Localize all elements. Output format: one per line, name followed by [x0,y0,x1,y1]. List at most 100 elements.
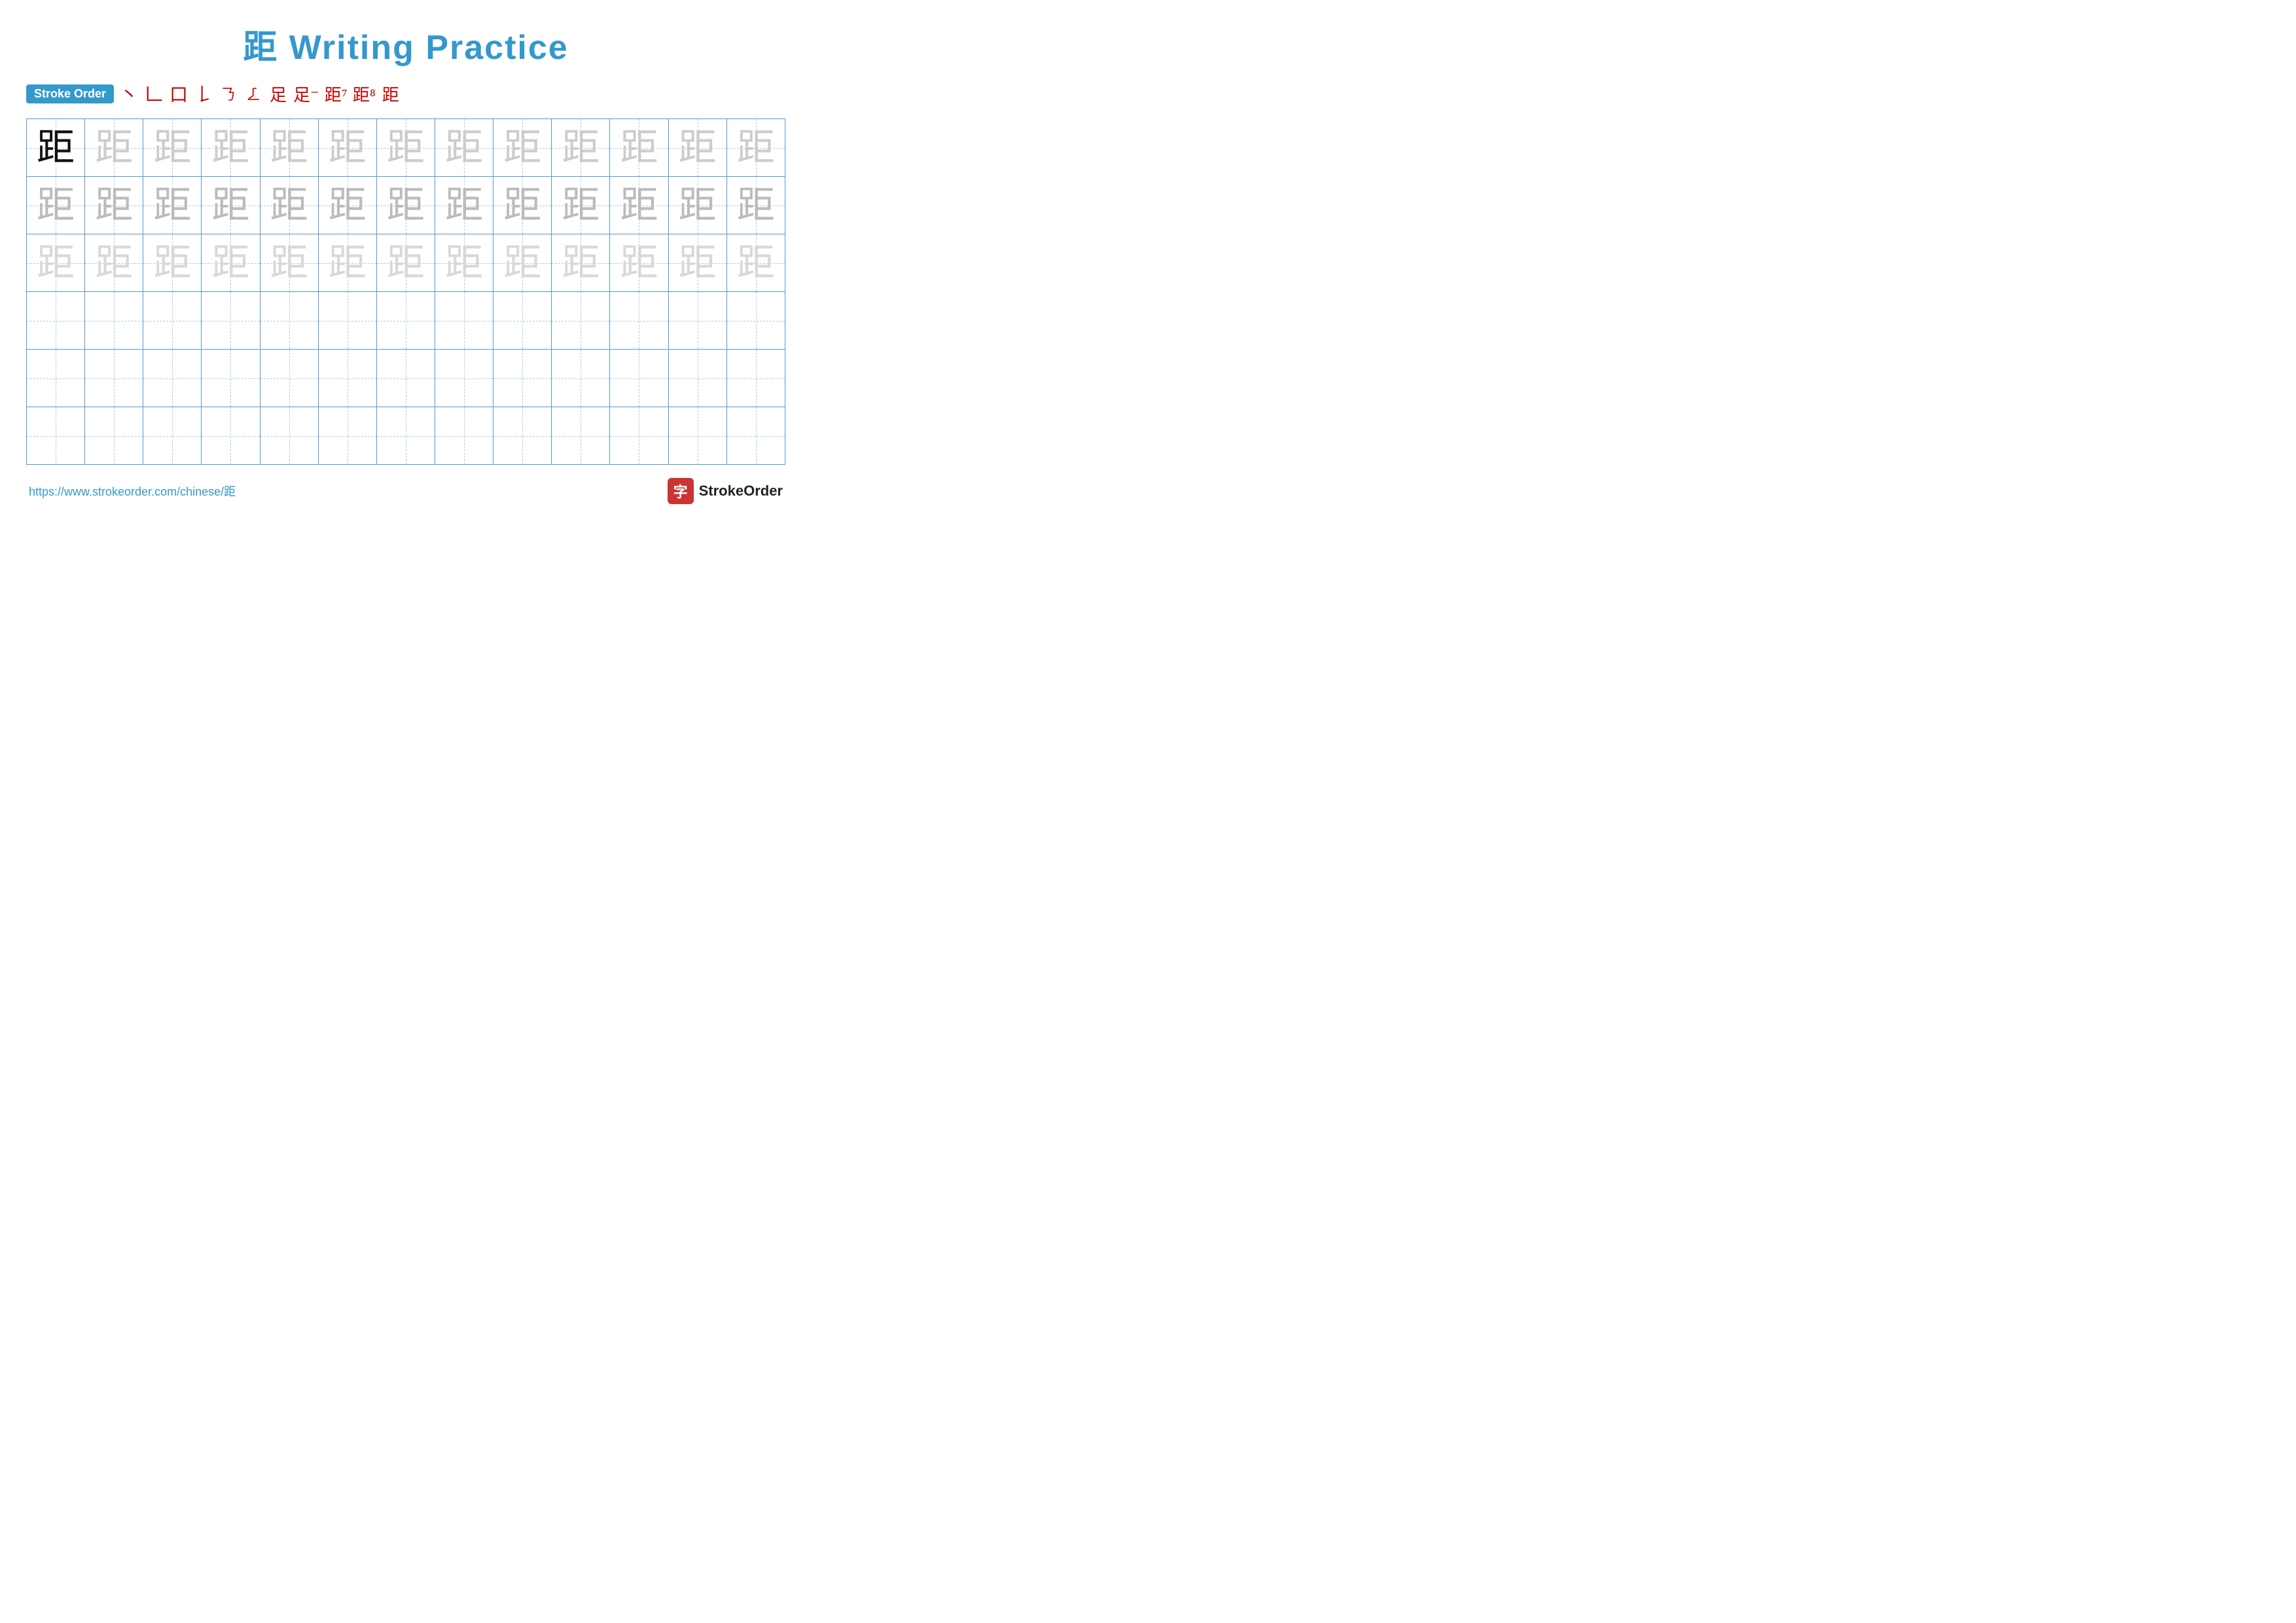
grid-cell-1-12[interactable]: 距 [668,119,726,177]
grid-cell-3-7[interactable]: 距 [376,234,435,292]
grid-cell-2-11[interactable]: 距 [610,177,668,234]
grid-cell-3-9[interactable]: 距 [493,234,552,292]
grid-cell-4-9[interactable] [493,292,552,350]
char-guide: 距 [562,184,600,227]
grid-cell-4-12[interactable] [668,292,726,350]
grid-cell-6-9[interactable] [493,407,552,465]
grid-cell-6-11[interactable] [610,407,668,465]
grid-cell-4-5[interactable] [260,292,318,350]
grid-cell-5-9[interactable] [493,350,552,407]
char-guide: 距 [562,126,600,169]
grid-cell-6-8[interactable] [435,407,493,465]
grid-cell-3-10[interactable]: 距 [552,234,610,292]
grid-cell-2-12[interactable]: 距 [668,177,726,234]
grid-cell-4-13[interactable] [726,292,785,350]
grid-cell-6-13[interactable] [726,407,785,465]
grid-cell-5-4[interactable] [202,350,260,407]
grid-cell-4-10[interactable] [552,292,610,350]
char-guide: 距 [37,184,75,227]
grid-cell-2-13[interactable]: 距 [726,177,785,234]
grid-cell-5-7[interactable] [376,350,435,407]
grid-cell-1-11[interactable]: 距 [610,119,668,177]
grid-cell-3-5[interactable]: 距 [260,234,318,292]
grid-cell-2-2[interactable]: 距 [85,177,143,234]
grid-cell-1-7[interactable]: 距 [376,119,435,177]
char-guide: 距 [503,242,541,284]
char-guide: 距 [270,126,308,169]
char-guide: 距 [95,242,133,284]
grid-cell-3-1[interactable]: 距 [27,234,85,292]
grid-cell-5-12[interactable] [668,350,726,407]
grid-cell-3-2[interactable]: 距 [85,234,143,292]
stroke-step-5: 𠄎 [219,83,238,104]
grid-cell-4-7[interactable] [376,292,435,350]
grid-row-3: 距 距 距 距 距 距 距 距 距 距 距 距 距 [27,234,785,292]
grid-cell-5-8[interactable] [435,350,493,407]
grid-cell-6-4[interactable] [202,407,260,465]
grid-cell-4-6[interactable] [318,292,376,350]
grid-cell-5-11[interactable] [610,350,668,407]
grid-cell-5-13[interactable] [726,350,785,407]
char-guide: 距 [153,242,191,284]
grid-cell-1-2[interactable]: 距 [85,119,143,177]
grid-cell-3-3[interactable]: 距 [143,234,202,292]
grid-cell-2-8[interactable]: 距 [435,177,493,234]
grid-cell-2-10[interactable]: 距 [552,177,610,234]
logo-icon: 字 [668,478,694,504]
grid-cell-4-2[interactable] [85,292,143,350]
grid-cell-1-4[interactable]: 距 [202,119,260,177]
grid-cell-1-8[interactable]: 距 [435,119,493,177]
grid-cell-6-7[interactable] [376,407,435,465]
grid-cell-1-3[interactable]: 距 [143,119,202,177]
stroke-order-badge: Stroke Order [26,84,114,103]
grid-cell-1-10[interactable]: 距 [552,119,610,177]
grid-cell-4-1[interactable] [27,292,85,350]
char-guide: 距 [679,242,717,284]
grid-cell-6-5[interactable] [260,407,318,465]
grid-cell-1-13[interactable]: 距 [726,119,785,177]
grid-cell-1-5[interactable]: 距 [260,119,318,177]
grid-cell-6-2[interactable] [85,407,143,465]
grid-cell-1-9[interactable]: 距 [493,119,552,177]
grid-cell-1-1[interactable]: 距 [27,119,85,177]
grid-cell-2-7[interactable]: 距 [376,177,435,234]
stroke-step-9: 距⁷ [325,82,348,106]
grid-cell-6-1[interactable] [27,407,85,465]
grid-cell-3-6[interactable]: 距 [318,234,376,292]
grid-cell-2-9[interactable]: 距 [493,177,552,234]
grid-cell-4-4[interactable] [202,292,260,350]
char-solid: 距 [37,126,75,169]
grid-cell-4-3[interactable] [143,292,202,350]
stroke-step-1: 丶 [119,81,139,107]
grid-cell-5-6[interactable] [318,350,376,407]
grid-cell-6-6[interactable] [318,407,376,465]
grid-cell-1-6[interactable]: 距 [318,119,376,177]
char-guide: 距 [562,242,600,284]
grid-cell-2-3[interactable]: 距 [143,177,202,234]
char-guide: 距 [503,126,541,169]
grid-cell-6-10[interactable] [552,407,610,465]
grid-cell-3-11[interactable]: 距 [610,234,668,292]
grid-cell-3-13[interactable]: 距 [726,234,785,292]
stroke-order-row: Stroke Order 丶 𠃊 口 𠄌 𠄎 𠄏 足 足⁻ 距⁷ 距⁸ 距 [26,81,785,107]
grid-cell-2-5[interactable]: 距 [260,177,318,234]
grid-cell-6-12[interactable] [668,407,726,465]
grid-cell-5-2[interactable] [85,350,143,407]
grid-cell-2-6[interactable]: 距 [318,177,376,234]
grid-cell-6-3[interactable] [143,407,202,465]
grid-cell-5-3[interactable] [143,350,202,407]
grid-cell-3-12[interactable]: 距 [668,234,726,292]
grid-cell-2-4[interactable]: 距 [202,177,260,234]
stroke-step-6: 𠄏 [243,85,263,103]
grid-cell-3-8[interactable]: 距 [435,234,493,292]
grid-cell-3-4[interactable]: 距 [202,234,260,292]
grid-cell-5-10[interactable] [552,350,610,407]
grid-row-5 [27,350,785,407]
footer: https://www.strokeorder.com/chinese/距 字 … [26,478,785,504]
grid-cell-2-1[interactable]: 距 [27,177,85,234]
grid-cell-4-8[interactable] [435,292,493,350]
grid-cell-5-5[interactable] [260,350,318,407]
footer-url[interactable]: https://www.strokeorder.com/chinese/距 [29,483,236,500]
grid-cell-5-1[interactable] [27,350,85,407]
grid-cell-4-11[interactable] [610,292,668,350]
